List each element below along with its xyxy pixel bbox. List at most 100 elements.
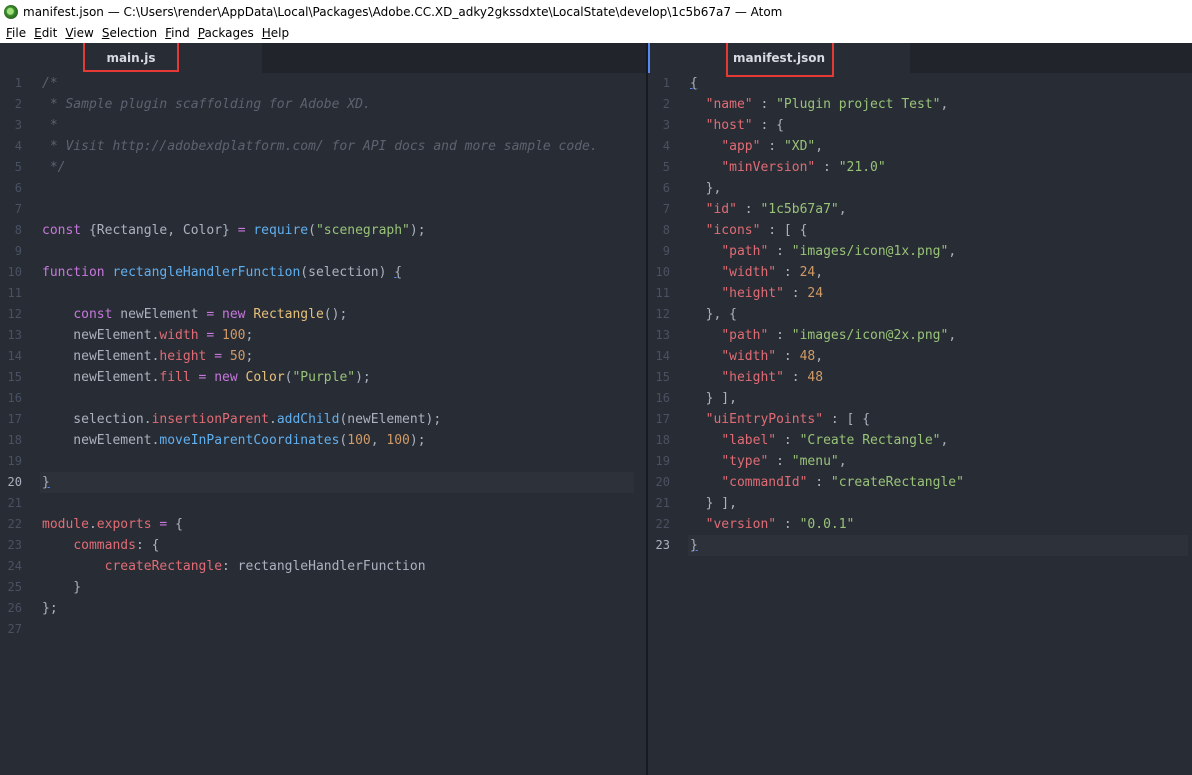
code-line[interactable]: "path" : "images/icon@1x.png",: [690, 241, 956, 262]
code-token: :: [807, 475, 831, 490]
right-code-editor[interactable]: 1 {2 "name" : "Plugin project Test", 3 "ho…: [648, 73, 1192, 775]
menu-view[interactable]: View: [61, 26, 97, 40]
code-token: :: [768, 244, 792, 259]
code-line[interactable]: "icons" : [ {: [690, 220, 808, 241]
code-line[interactable]: "commandId" : "createRectangle": [690, 472, 964, 493]
code-token: {Rectangle, Color}: [81, 223, 238, 238]
code-line[interactable]: newElement.height = 50;: [42, 346, 253, 367]
code-token: ();: [323, 307, 348, 322]
annotation-highlight-box: [726, 43, 834, 77]
code-line[interactable]: }: [42, 577, 81, 598]
code-line[interactable]: "height" : 48: [690, 367, 823, 388]
code-token: rectangleHandlerFunction: [112, 265, 301, 280]
code-token: {: [690, 76, 698, 91]
code-line[interactable]: };: [42, 598, 58, 619]
menu-file[interactable]: File: [2, 26, 30, 40]
code-token: : rectangleHandlerFunction: [222, 559, 426, 574]
right-editor-pane[interactable]: manifest.json 1 {2 "name" : "Plugin proje…: [648, 43, 1192, 775]
code-line[interactable]: selection.insertionParent.addChild(newEl…: [42, 409, 441, 430]
code-line[interactable]: newElement.fill = new Color("Purple");: [42, 367, 371, 388]
line-number: 19: [655, 454, 670, 468]
code-line[interactable]: },: [690, 178, 722, 199]
code-line[interactable]: const {Rectangle, Color} = require("scen…: [42, 220, 426, 241]
code-token: : {: [752, 118, 784, 133]
code-line[interactable]: "path" : "images/icon@2x.png",: [690, 325, 956, 346]
code-token: "createRectangle": [830, 475, 964, 490]
code-line[interactable]: function rectangleHandlerFunction(select…: [42, 262, 402, 283]
code-line[interactable]: "label" : "Create Rectangle",: [690, 430, 948, 451]
code-line[interactable]: const newElement = new Rectangle();: [42, 304, 347, 325]
code-line[interactable]: "app" : "XD",: [690, 136, 823, 157]
code-line[interactable]: "type" : "menu",: [690, 451, 846, 472]
code-token: "path": [721, 328, 769, 343]
code-line[interactable]: *: [42, 115, 58, 136]
code-line[interactable]: } ],: [690, 493, 737, 514]
code-line[interactable]: }, {: [690, 304, 737, 325]
code-token: "images/icon@2x.png": [791, 328, 949, 343]
line-number: 3: [662, 118, 670, 132]
code-token: .: [88, 517, 97, 532]
code-token: addChild: [276, 412, 340, 427]
code-line[interactable]: */: [42, 157, 66, 178]
code-line[interactable]: }: [690, 535, 698, 556]
code-line[interactable]: * Sample plugin scaffolding for Adobe XD…: [42, 94, 371, 115]
code-line[interactable]: "width" : 24,: [690, 262, 823, 283]
code-line[interactable]: /*: [42, 73, 58, 94]
code-line[interactable]: "id" : "1c5b67a7",: [690, 199, 847, 220]
code-line[interactable]: newElement.width = 100;: [42, 325, 253, 346]
code-token: "host": [705, 118, 753, 133]
code-token: "commandId": [721, 475, 808, 490]
code-line[interactable]: module.exports = {: [42, 514, 183, 535]
code-line[interactable]: "name" : "Plugin project Test",: [690, 94, 949, 115]
left-code-editor[interactable]: 1 /* 2 * Sample plugin scaffolding for Ado…: [0, 73, 646, 775]
code-token: "icons": [705, 223, 761, 238]
code-token: : [ {: [823, 412, 871, 427]
code-token: "0.0.1": [799, 517, 855, 532]
code-line[interactable]: } ],: [690, 388, 737, 409]
code-token: /*: [42, 76, 58, 91]
code-token: : {: [135, 538, 160, 553]
code-token: (newElement);: [339, 412, 442, 427]
menu-selection[interactable]: Selection: [98, 26, 161, 40]
code-line[interactable]: "minVersion" : "21.0": [690, 157, 885, 178]
line-number: 19: [7, 454, 22, 468]
line-number: 10: [655, 265, 670, 279]
code-token: } ],: [690, 391, 737, 406]
code-line[interactable]: {: [690, 73, 698, 94]
code-token: */: [42, 160, 66, 175]
code-token: Rectangle: [253, 307, 324, 322]
menu-find[interactable]: Find: [161, 26, 194, 40]
code-line[interactable]: commands: {: [42, 535, 159, 556]
line-number: 12: [655, 307, 670, 321]
code-token: ,: [815, 139, 824, 154]
code-line[interactable]: newElement.moveInParentCoordinates(100, …: [42, 430, 425, 451]
line-number: 4: [14, 139, 22, 153]
left-editor-pane[interactable]: main.js 1 /* 2 * Sample plugin scaffolding…: [0, 43, 646, 775]
code-line[interactable]: "host" : {: [690, 115, 784, 136]
code-line[interactable]: "uiEntryPoints" : [ {: [690, 409, 870, 430]
code-token: );: [355, 370, 371, 385]
code-token: :: [815, 160, 839, 175]
code-token: "Plugin project Test": [776, 97, 941, 112]
line-number: 13: [7, 328, 22, 342]
annotation-highlight-box: [83, 43, 179, 72]
code-line[interactable]: * Visit http://adobexdplatform.com/ for …: [42, 136, 598, 157]
line-number: 3: [14, 118, 22, 132]
line-number: 23: [7, 538, 22, 552]
code-line[interactable]: createRectangle: rectangleHandlerFunctio…: [42, 556, 426, 577]
code-line[interactable]: "version" : "0.0.1": [690, 514, 855, 535]
code-line[interactable]: "height" : 24: [690, 283, 823, 304]
code-token: 48: [807, 370, 824, 385]
menu-help[interactable]: Help: [258, 26, 293, 40]
code-line[interactable]: }: [42, 472, 50, 493]
code-token: ;: [245, 349, 254, 364]
menu-packages[interactable]: Packages: [194, 26, 258, 40]
menu-edit[interactable]: Edit: [30, 26, 61, 40]
code-token: "scenegraph": [315, 223, 410, 238]
code-line[interactable]: "width" : 48,: [690, 346, 823, 367]
